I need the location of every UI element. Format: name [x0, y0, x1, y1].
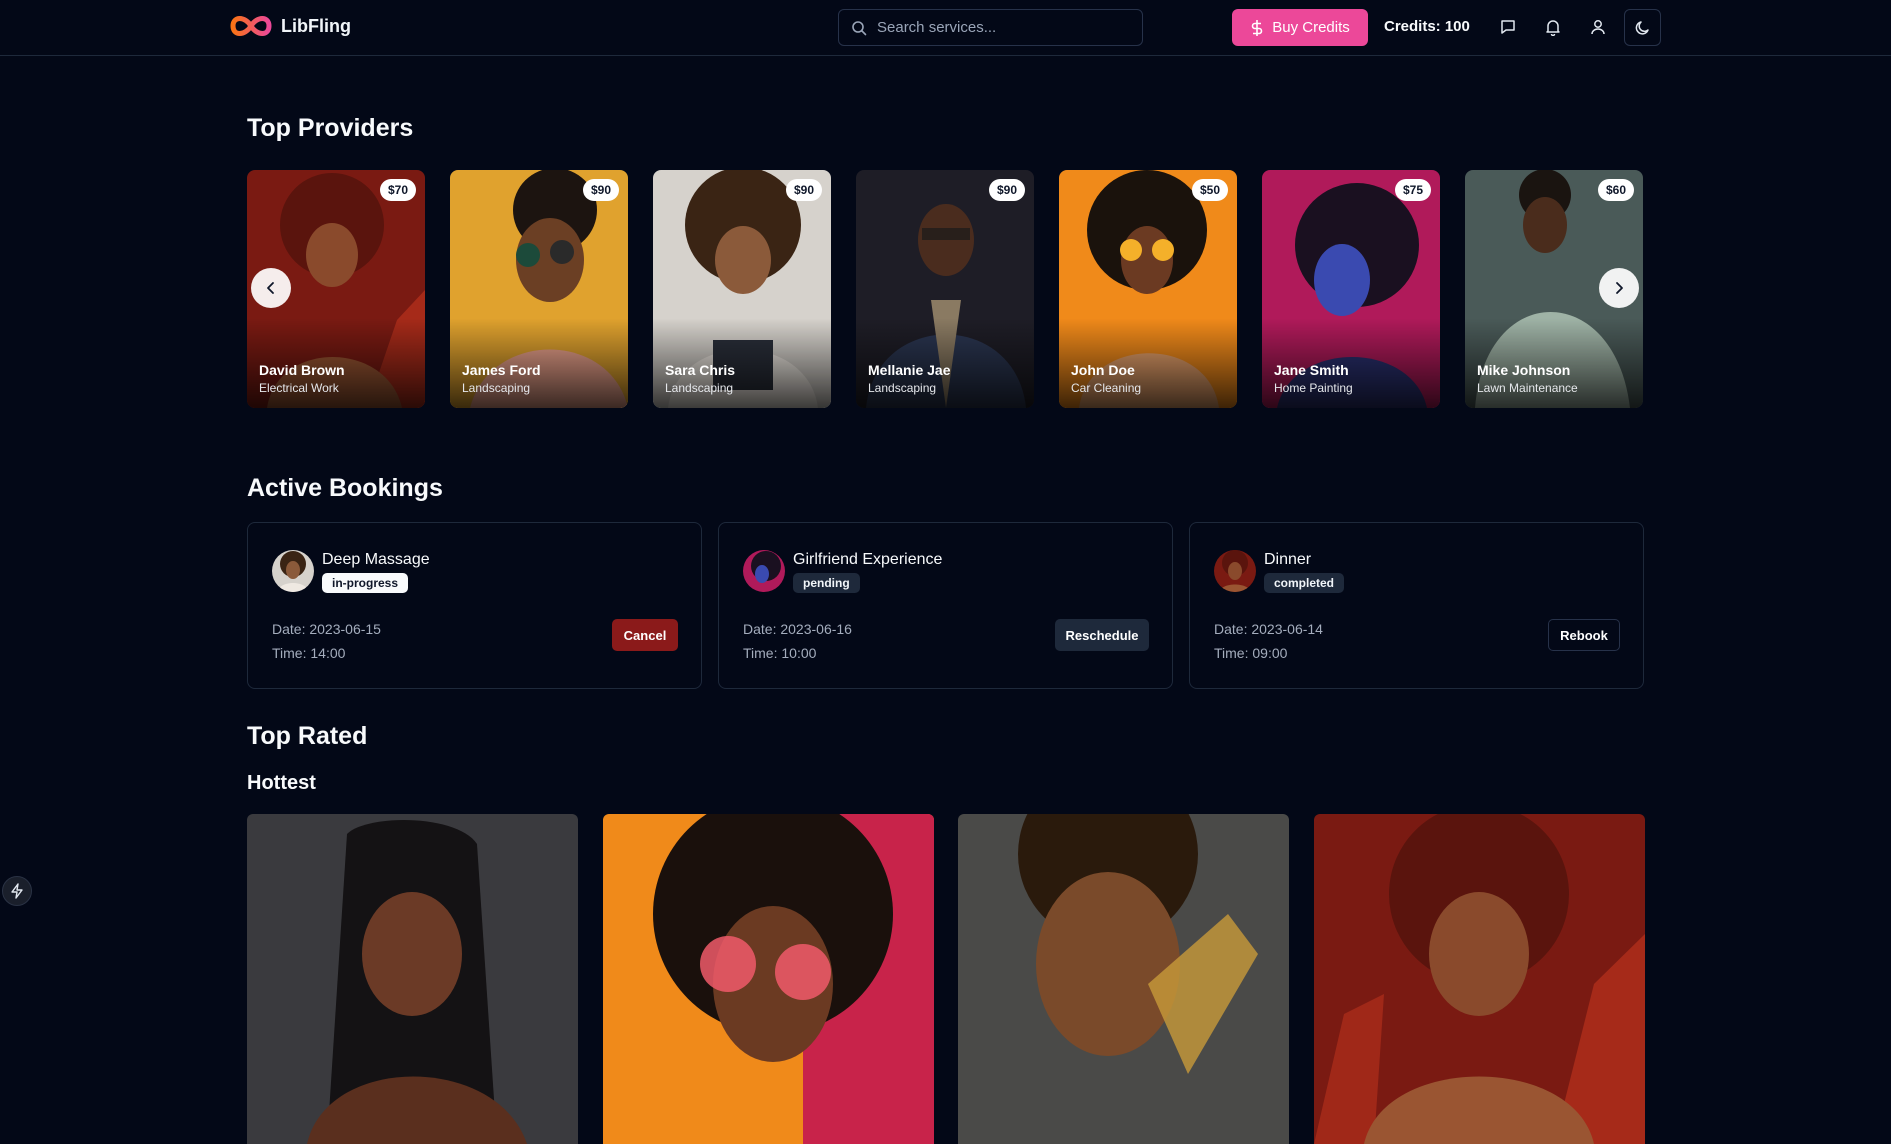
- provider-card[interactable]: $50 John Doe Car Cleaning: [1059, 170, 1237, 408]
- provider-card[interactable]: $75 Jane Smith Home Painting: [1262, 170, 1440, 408]
- message-icon: [1501, 20, 1515, 34]
- provider-name: John Doe: [1071, 362, 1135, 378]
- messages-button[interactable]: [1495, 14, 1521, 40]
- carousel-next-button[interactable]: [1599, 268, 1639, 308]
- status-badge: pending: [793, 573, 860, 593]
- provider-name: Mike Johnson: [1477, 362, 1571, 378]
- booking-card: Deep Massage in-progress Date: 2023-06-1…: [247, 522, 702, 689]
- booking-card: Dinner completed Date: 2023-06-14 Time: …: [1189, 522, 1644, 689]
- avatar: [743, 550, 785, 592]
- provider-name: James Ford: [462, 362, 541, 378]
- booking-time: Time: 10:00: [743, 645, 817, 661]
- provider-card[interactable]: $90 James Ford Landscaping: [450, 170, 628, 408]
- status-badge: completed: [1264, 573, 1345, 593]
- reschedule-button[interactable]: Reschedule: [1055, 619, 1149, 651]
- chevron-left-icon: [267, 282, 274, 294]
- user-icon: [1591, 20, 1605, 35]
- price-badge: $90: [785, 179, 822, 201]
- search-input[interactable]: [877, 19, 1127, 36]
- provider-name: David Brown: [259, 362, 345, 378]
- providers-carousel: $70 David Brown Electrical Work $90 Jame…: [247, 170, 1644, 408]
- provider-service: Landscaping: [665, 381, 734, 395]
- avatar: [1214, 550, 1256, 592]
- section-title-top-providers: Top Providers: [247, 114, 414, 142]
- section-title-top-rated: Top Rated: [247, 722, 368, 750]
- moon-icon: [1635, 20, 1649, 35]
- price-badge: $75: [1394, 179, 1431, 201]
- provider-name: Sara Chris: [665, 362, 736, 378]
- booking-date: Date: 2023-06-16: [743, 621, 852, 637]
- gallery-image[interactable]: [1314, 814, 1645, 1144]
- provider-service: Car Cleaning: [1071, 381, 1142, 395]
- bell-icon: [1546, 20, 1560, 36]
- provider-service: Landscaping: [868, 381, 937, 395]
- provider-service: Electrical Work: [259, 381, 339, 395]
- booking-date: Date: 2023-06-14: [1214, 621, 1323, 637]
- provider-name: Jane Smith: [1274, 362, 1349, 378]
- subsection-title-hottest: Hottest: [247, 772, 316, 794]
- app-logo[interactable]: LibFling: [229, 12, 351, 40]
- provider-service: Home Painting: [1274, 381, 1353, 395]
- theme-toggle-button[interactable]: [1624, 9, 1661, 46]
- gallery-image[interactable]: [958, 814, 1289, 1144]
- buy-credits-label: Buy Credits: [1272, 19, 1350, 36]
- notifications-button[interactable]: [1540, 14, 1566, 40]
- gallery-image[interactable]: [603, 814, 934, 1144]
- status-badge: in-progress: [322, 573, 409, 593]
- profile-button[interactable]: [1585, 14, 1611, 40]
- gallery-image[interactable]: [247, 814, 578, 1144]
- buy-credits-button[interactable]: Buy Credits: [1232, 9, 1368, 46]
- credits-balance: Credits: 100: [1384, 18, 1470, 35]
- chevron-right-icon: [1616, 282, 1623, 294]
- rebook-button[interactable]: Rebook: [1548, 619, 1620, 651]
- search-icon: [852, 20, 867, 35]
- section-title-active-bookings: Active Bookings: [247, 474, 443, 502]
- infinity-logo-icon: [230, 16, 272, 36]
- price-badge: $90: [582, 179, 619, 201]
- price-badge: $70: [379, 179, 416, 201]
- provider-name: Mellanie Jae: [868, 362, 951, 378]
- provider-service: Landscaping: [462, 381, 531, 395]
- booking-time: Time: 14:00: [272, 645, 346, 661]
- booking-date: Date: 2023-06-15: [272, 621, 381, 637]
- booking-title: Girlfriend Experience: [793, 551, 943, 568]
- top-header: LibFling Buy Credits Credits: 100: [0, 0, 1891, 56]
- provider-card[interactable]: $90 Sara Chris Landscaping: [653, 170, 831, 408]
- quick-action-button[interactable]: [2, 876, 32, 906]
- booking-card: Girlfriend Experience pending Date: 2023…: [718, 522, 1173, 689]
- booking-title: Deep Massage: [322, 551, 430, 568]
- lightning-icon: [11, 883, 23, 899]
- price-badge: $90: [988, 179, 1025, 201]
- provider-card[interactable]: $90 Mellanie Jae Landscaping: [856, 170, 1034, 408]
- dollar-icon: [1251, 19, 1263, 36]
- carousel-prev-button[interactable]: [251, 268, 291, 308]
- price-badge: $50: [1191, 179, 1228, 201]
- price-badge: $60: [1597, 179, 1634, 201]
- app-name: LibFling: [281, 15, 351, 36]
- provider-service: Lawn Maintenance: [1477, 381, 1578, 395]
- cancel-button[interactable]: Cancel: [612, 619, 678, 651]
- avatar: [272, 550, 314, 592]
- booking-time: Time: 09:00: [1214, 645, 1288, 661]
- search-bar[interactable]: [838, 9, 1143, 46]
- booking-title: Dinner: [1264, 551, 1312, 568]
